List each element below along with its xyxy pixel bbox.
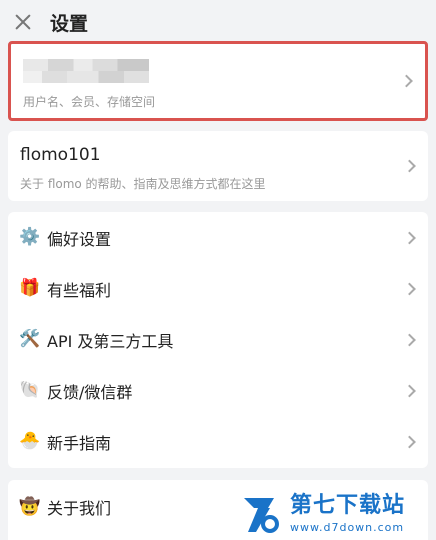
chevron-right-icon: [400, 74, 413, 88]
menu-item-label: 关于我们: [47, 499, 112, 518]
shell-icon: 🐚: [19, 380, 41, 400]
menu-item-label: 新手指南: [47, 433, 112, 453]
flomo101-subtitle: 关于 flomo 的帮助、指南及思维方式都在这里: [20, 177, 266, 191]
menu-item-preferences[interactable]: ⚙️ 偏好设置: [8, 212, 428, 263]
blurred-username: [23, 59, 149, 83]
watermark: 第七下载站 www.d7down.com: [240, 488, 436, 540]
gear-icon: ⚙️: [19, 227, 41, 247]
chevron-right-icon: [403, 435, 416, 448]
watermark-sub: www.d7down.com: [290, 520, 405, 534]
cowboy-icon: 🤠: [19, 496, 41, 517]
close-icon[interactable]: [12, 11, 34, 33]
tools-icon: 🛠️: [19, 329, 41, 349]
page-title: 设置: [50, 12, 89, 35]
chevron-right-icon: [403, 159, 416, 173]
menu-item-feedback[interactable]: 🐚 反馈/微信群: [8, 365, 428, 416]
flomo101-title: flomo101: [20, 145, 101, 165]
watermark-text: 第七下载站 www.d7down.com: [290, 492, 406, 534]
menu-item-label: API 及第三方工具: [47, 331, 174, 351]
chick-icon: 🐣: [19, 431, 41, 451]
chevron-right-icon: [403, 384, 416, 397]
account-subtitle: 用户名、会员、存储空间: [23, 95, 156, 109]
watermark-logo-icon: [244, 498, 279, 533]
menu-item-label: 反馈/微信群: [47, 382, 133, 402]
header: 设置: [0, 0, 436, 44]
flomo101-card[interactable]: flomo101 关于 flomo 的帮助、指南及思维方式都在这里: [8, 131, 428, 201]
menu-item-api-tools[interactable]: 🛠️ API 及第三方工具: [8, 314, 428, 365]
menu-item-label: 有些福利: [47, 280, 112, 300]
chevron-right-icon: [403, 333, 416, 346]
settings-menu: ⚙️ 偏好设置 🎁 有些福利 🛠️ API 及第三方工具 🐚 反馈/微信群 🐣 …: [8, 212, 428, 468]
chevron-right-icon: [403, 231, 416, 244]
menu-item-benefits[interactable]: 🎁 有些福利: [8, 263, 428, 314]
account-card[interactable]: 用户名、会员、存储空间: [8, 41, 428, 121]
menu-item-beginner-guide[interactable]: 🐣 新手指南: [8, 416, 428, 467]
chevron-right-icon: [403, 282, 416, 295]
gift-icon: 🎁: [19, 278, 41, 298]
menu-item-label: 偏好设置: [47, 229, 112, 249]
watermark-main: 第七下载站: [290, 492, 406, 518]
